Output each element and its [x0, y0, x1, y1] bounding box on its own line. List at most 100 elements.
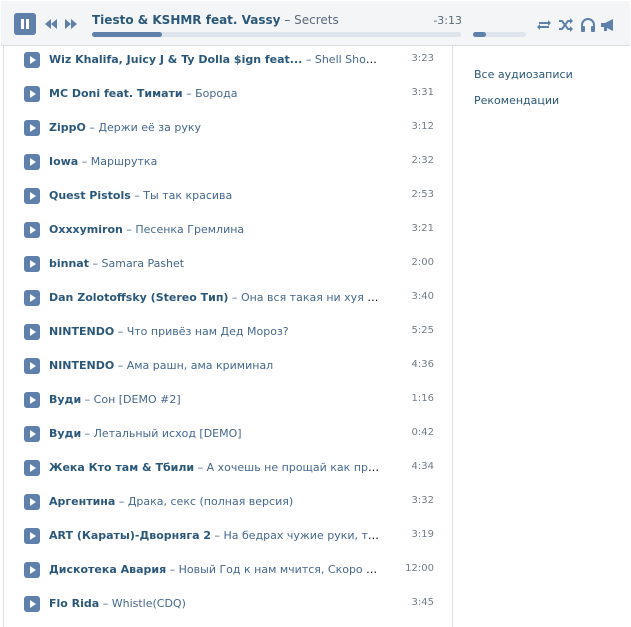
pause-button[interactable] — [14, 13, 36, 35]
repeat-icon — [537, 20, 551, 30]
track-duration: 3:19 — [411, 529, 434, 540]
volume-slider[interactable] — [473, 32, 526, 37]
track-row[interactable]: Wiz Khalifa, Juicy J & Ty Dolla $ign fea… — [24, 51, 444, 71]
track-artist[interactable]: NINTENDO — [49, 359, 114, 372]
track-artist[interactable]: ZippO — [49, 121, 86, 134]
track-artist[interactable]: Iowa — [49, 155, 78, 168]
track-artist[interactable]: Вуди — [49, 427, 81, 440]
now-playing-song: Secrets — [294, 13, 339, 27]
track-row[interactable]: Дискотека Авария – Новый Год к нам мчитс… — [24, 561, 444, 581]
track-artist[interactable]: ART (Караты)-Дворняга 2 — [49, 529, 211, 542]
play-icon[interactable] — [24, 256, 40, 272]
track-artist[interactable]: Dan Zolotoffsky (Stereo Тип) — [49, 291, 228, 304]
track-artist[interactable]: Wiz Khalifa, Juicy J & Ty Dolla $ign fea… — [49, 53, 302, 66]
sidebar-all-audio[interactable]: Все аудиозаписи — [474, 68, 573, 81]
track-song: Что привёз нам Дед Мороз? — [126, 325, 289, 338]
track-duration: 4:36 — [411, 359, 434, 370]
track-row[interactable]: Вуди – Летальный исход [DEMO] 0:42 — [24, 425, 444, 445]
track-title: binnat – Samara Pashet — [49, 257, 185, 270]
broadcast-button[interactable] — [600, 18, 616, 32]
track-artist[interactable]: Quest Pistols — [49, 189, 131, 202]
repeat-button[interactable] — [536, 18, 552, 32]
track-row[interactable]: Quest Pistols – Ты так красива 2:53 — [24, 187, 444, 207]
track-row[interactable]: Жека Кто там & Тбили – А хочешь не проща… — [24, 459, 444, 479]
track-artist[interactable]: Аргентина — [49, 495, 115, 508]
play-icon[interactable] — [24, 188, 40, 204]
audio-player: Tiesto & KSHMR feat. Vassy – Secrets -3:… — [1, 1, 630, 46]
track-song: Держи её за руку — [98, 121, 202, 134]
audio-sidebar: Все аудиозаписи Рекомендации — [454, 46, 631, 627]
track-song: Ты так красива — [143, 189, 233, 202]
track-song: Новый Год к нам мчится, Скоро все слу... — [178, 563, 379, 576]
play-icon[interactable] — [24, 324, 40, 340]
track-title: Жека Кто там & Тбили – А хочешь не проща… — [49, 461, 379, 474]
track-row[interactable]: binnat – Samara Pashet 2:00 — [24, 255, 444, 275]
play-icon[interactable] — [24, 290, 40, 306]
play-icon[interactable] — [24, 120, 40, 136]
track-row[interactable]: Вуди – Сон [DEMO #2] 1:16 — [24, 391, 444, 411]
track-title: Wiz Khalifa, Juicy J & Ty Dolla $ign fea… — [49, 53, 379, 66]
track-title: Вуди – Летальный исход [DEMO] — [49, 427, 242, 440]
track-row[interactable]: NINTENDO – Ама рашн, ама криминал 4:36 — [24, 357, 444, 377]
track-duration: 3:23 — [411, 53, 434, 64]
now-playing-title[interactable]: Tiesto & KSHMR feat. Vassy – Secrets — [92, 13, 412, 27]
play-icon[interactable] — [24, 596, 40, 612]
play-icon[interactable] — [24, 86, 40, 102]
track-song: Samara Pashet — [101, 257, 185, 270]
track-duration: 2:53 — [411, 189, 434, 200]
track-duration: 3:21 — [411, 223, 434, 234]
track-row[interactable]: Dan Zolotoffsky (Stereo Тип) – Она вся т… — [24, 289, 444, 309]
headphones-button[interactable] — [580, 18, 596, 32]
track-artist[interactable]: Flo Rida — [49, 597, 99, 610]
track-artist[interactable]: MC Doni feat. Тимати — [49, 87, 183, 100]
track-artist[interactable]: binnat — [49, 257, 89, 270]
track-row[interactable]: NINTENDO – Что привёз нам Дед Мороз? 5:25 — [24, 323, 444, 343]
track-row[interactable]: Аргентина – Драка, секс (полная версия) 3… — [24, 493, 444, 513]
track-duration: 5:25 — [411, 325, 434, 336]
track-row[interactable]: Oxxxymiron – Песенка Гремлина 3:21 — [24, 221, 444, 241]
play-icon[interactable] — [24, 52, 40, 68]
track-title: NINTENDO – Что привёз нам Дед Мороз? — [49, 325, 289, 338]
shuffle-button[interactable] — [558, 18, 574, 32]
progress-bar[interactable] — [92, 32, 461, 37]
track-song: На бедрах чужие руки, ты хуже... — [223, 529, 379, 542]
track-row[interactable]: ZippO – Держи её за руку 3:12 — [24, 119, 444, 139]
track-row[interactable]: ART (Караты)-Дворняга 2 – На бедрах чужи… — [24, 527, 444, 547]
prev-button[interactable] — [44, 18, 58, 30]
track-song: Она вся такая ни хуя себе ц... — [240, 291, 379, 304]
next-icon — [65, 19, 77, 29]
track-duration: 3:32 — [411, 495, 434, 506]
play-icon[interactable] — [24, 494, 40, 510]
time-remaining[interactable]: -3:13 — [431, 14, 462, 27]
play-icon[interactable] — [24, 426, 40, 442]
sidebar-recommendations[interactable]: Рекомендации — [474, 94, 559, 107]
track-song: Whistle(CDQ) — [111, 597, 186, 610]
track-song: Shell Shocked — [314, 53, 379, 66]
headphones-icon — [581, 18, 595, 32]
track-song: Летальный исход [DEMO] — [93, 427, 242, 440]
track-artist[interactable]: Жека Кто там & Тбили — [49, 461, 194, 474]
play-icon[interactable] — [24, 358, 40, 374]
track-row[interactable]: Iowa – Маршрутка 2:32 — [24, 153, 444, 173]
play-icon[interactable] — [24, 528, 40, 544]
track-row[interactable]: MC Doni feat. Тимати – Борода 3:31 — [24, 85, 444, 105]
track-artist[interactable]: Дискотека Авария — [49, 563, 166, 576]
track-title: NINTENDO – Ама рашн, ама криминал — [49, 359, 274, 372]
shuffle-icon — [559, 18, 573, 32]
track-artist[interactable]: Вуди — [49, 393, 81, 406]
track-duration: 3:45 — [411, 597, 434, 608]
play-icon[interactable] — [24, 392, 40, 408]
play-icon[interactable] — [24, 460, 40, 476]
play-icon[interactable] — [24, 222, 40, 238]
track-title: Дискотека Авария – Новый Год к нам мчитс… — [49, 563, 379, 576]
track-duration: 2:00 — [411, 257, 434, 268]
play-icon[interactable] — [24, 154, 40, 170]
track-row[interactable]: Flo Rida – Whistle(CDQ) 3:45 — [24, 595, 444, 615]
track-artist[interactable]: NINTENDO — [49, 325, 114, 338]
track-artist[interactable]: Oxxxymiron — [49, 223, 123, 236]
track-song: Сон [DEMO #2] — [93, 393, 181, 406]
volume-fill — [473, 32, 487, 37]
play-icon[interactable] — [24, 562, 40, 578]
next-button[interactable] — [64, 18, 78, 30]
track-song: Песенка Гремлина — [135, 223, 245, 236]
